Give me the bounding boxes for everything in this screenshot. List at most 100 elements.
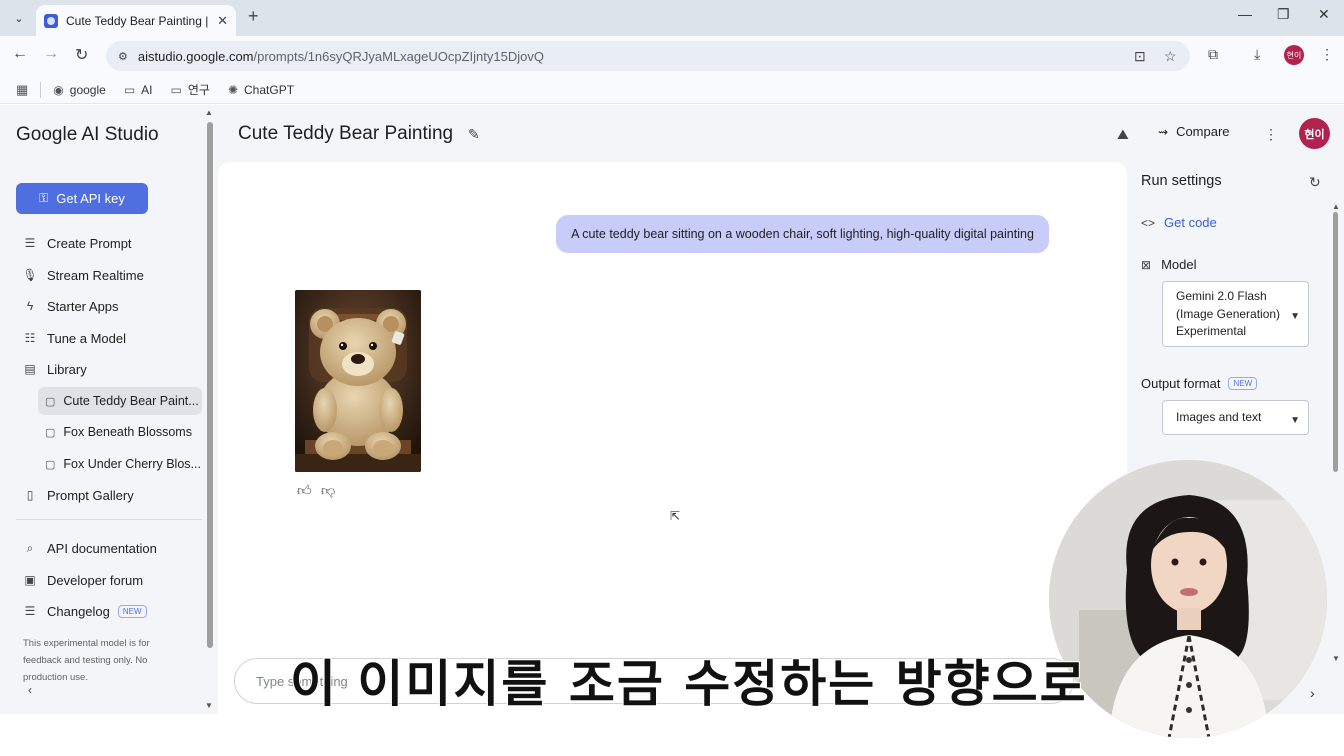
reset-settings-icon[interactable]: ↻: [1309, 174, 1321, 191]
download-icon[interactable]: ⤓: [1254, 46, 1260, 63]
run-settings-scrollbar[interactable]: ▲ ▼: [1332, 202, 1340, 663]
minimize-window-icon[interactable]: —: [1238, 6, 1252, 22]
mouse-cursor-icon: ⇱: [670, 509, 681, 523]
library-item-label: Fox Under Cherry Blos...: [63, 457, 201, 471]
library-item-label: Cute Teddy Bear Paint...: [63, 394, 199, 408]
site-settings-icon[interactable]: ⚙: [118, 50, 128, 63]
output-format-label-text: Output format: [1141, 376, 1221, 391]
library-icon: ▤: [24, 362, 36, 376]
brand-title: Google AI Studio: [16, 124, 159, 145]
sidebar-scroll-thumb[interactable]: [207, 122, 213, 648]
model-select[interactable]: Gemini 2.0 Flash (Image Generation) Expe…: [1162, 281, 1309, 347]
model-value-line: (Image Generation): [1176, 306, 1281, 321]
scroll-down-arrow-icon[interactable]: ▼: [205, 701, 213, 710]
scroll-up-arrow-icon[interactable]: ▲: [205, 108, 213, 117]
tune-icon: ☷: [24, 331, 36, 345]
drive-save-icon[interactable]: ⛰: [1117, 126, 1129, 143]
nav-library[interactable]: ▤ Library: [22, 357, 87, 381]
close-tab-icon[interactable]: ✕: [217, 13, 228, 29]
library-item-cute-teddy-bear[interactable]: ▢ Cute Teddy Bear Paint...: [38, 387, 202, 415]
new-badge: NEW: [1228, 377, 1258, 390]
bookmark-ai-folder[interactable]: ▭ AI: [124, 83, 153, 97]
run-settings-scroll-thumb[interactable]: [1333, 212, 1338, 472]
get-api-key-label: Get API key: [56, 191, 125, 206]
presenter-webcam-overlay: [1049, 460, 1327, 738]
nav-tune-model[interactable]: ☷ Tune a Model: [22, 326, 126, 350]
code-brackets-icon: <>: [1141, 215, 1156, 230]
chat-bubble-icon: ▢: [45, 395, 56, 408]
user-avatar[interactable]: 현이: [1299, 118, 1330, 149]
create-prompt-icon: ☰: [24, 236, 36, 250]
more-options-icon[interactable]: ⋮: [1264, 126, 1278, 143]
back-arrow-icon[interactable]: ←: [12, 45, 28, 63]
get-api-key-button[interactable]: ⚿ Get API key: [16, 183, 148, 214]
nav-label: Create Prompt: [47, 235, 132, 251]
bolt-icon: ϟ: [26, 299, 34, 313]
docs-icon: ⌕: [26, 540, 34, 555]
new-tab-plus-icon[interactable]: +: [248, 6, 259, 27]
output-format-label: Output format NEW: [1141, 376, 1258, 391]
bookmarks-bar: ▦ ◉ google ▭ AI ▭ 연구 ✺ ChatGPT: [0, 76, 1344, 104]
presenter-illustration: [1049, 460, 1327, 738]
output-format-select[interactable]: Images and text ▼: [1162, 400, 1309, 435]
browser-tabstrip: ⌄ Cute Teddy Bear Painting | Go ✕ + — ❐ …: [0, 0, 1344, 36]
model-label-text: Model: [1161, 257, 1197, 272]
library-item-fox-under-cherry[interactable]: ▢ Fox Under Cherry Blos...: [38, 450, 202, 478]
url-path: /prompts/1n6syQRJyaMLxageUOcpZIjnty15Djo…: [253, 48, 544, 64]
thumbs-down-icon[interactable]: 👎︎: [321, 482, 335, 499]
expand-panel-chevron-icon[interactable]: ›: [1310, 685, 1315, 701]
nav-changelog[interactable]: ☰ Changelog NEW: [22, 599, 147, 623]
chatgpt-icon: ✺: [227, 82, 239, 97]
dropdown-arrow-icon: ▼: [1290, 311, 1300, 322]
nav-starter-apps[interactable]: ϟ Starter Apps: [22, 294, 119, 318]
reload-icon[interactable]: ↻: [75, 45, 88, 65]
extensions-icon[interactable]: ⧉: [1208, 46, 1218, 63]
browser-tab-active[interactable]: Cute Teddy Bear Painting | Go ✕: [36, 5, 236, 36]
nav-label: Prompt Gallery: [47, 487, 134, 503]
close-window-icon[interactable]: ✕: [1318, 6, 1330, 23]
browser-profile-avatar[interactable]: 현이: [1284, 45, 1304, 65]
nav-api-documentation[interactable]: ⌕ API documentation: [22, 536, 157, 560]
library-item-label: Fox Beneath Blossoms: [63, 425, 192, 439]
forward-arrow-icon[interactable]: →: [43, 45, 59, 63]
globe-icon: ◉: [53, 82, 64, 97]
library-item-fox-beneath-blossoms[interactable]: ▢ Fox Beneath Blossoms: [38, 418, 202, 446]
bookmark-google[interactable]: ◉ google: [53, 83, 106, 97]
collapse-sidebar-chevron-icon[interactable]: ‹: [28, 683, 32, 697]
nav-label: API documentation: [47, 540, 157, 556]
get-code-link[interactable]: <> Get code: [1141, 215, 1217, 230]
apps-grid-icon[interactable]: ▦: [16, 82, 28, 98]
scroll-up-arrow-icon[interactable]: ▲: [1332, 202, 1340, 211]
restore-window-icon[interactable]: ❐: [1277, 6, 1290, 23]
compare-label: Compare: [1176, 124, 1230, 139]
bookmark-chatgpt[interactable]: ✺ ChatGPT: [228, 83, 294, 97]
compare-button[interactable]: ⇝ Compare: [1158, 124, 1230, 139]
forum-icon: ▣: [24, 573, 36, 587]
compare-icon: ⇝: [1158, 124, 1169, 139]
nav-create-prompt[interactable]: ☰ Create Prompt: [22, 231, 132, 255]
nav-prompt-gallery[interactable]: ▯ Prompt Gallery: [22, 483, 134, 507]
nav-label: Tune a Model: [47, 330, 127, 346]
nav-label: Library: [47, 361, 87, 377]
bookmark-research-folder[interactable]: ▭ 연구: [171, 81, 210, 98]
nav-label: Stream Realtime: [47, 267, 144, 283]
browser-menu-icon[interactable]: ⋮: [1320, 46, 1334, 63]
tab-search-chevron-icon[interactable]: ⌄: [8, 7, 30, 29]
sidebar-scrollbar[interactable]: ▲ ▼: [204, 105, 216, 714]
scroll-down-arrow-icon[interactable]: ▼: [1332, 654, 1340, 663]
nav-developer-forum[interactable]: ▣ Developer forum: [22, 568, 143, 592]
nav-stream-realtime[interactable]: 🎙︎ Stream Realtime: [22, 263, 144, 287]
model-value-line: Gemini 2.0 Flash: [1176, 289, 1267, 303]
bookmark-label: google: [69, 82, 106, 97]
generated-teddy-bear-image[interactable]: [295, 290, 421, 472]
chat-area: A cute teddy bear sitting on a wooden ch…: [218, 162, 1127, 714]
browser-toolbar: ← → ↻ ⚙ aistudio.google.com/prompts/1n6s…: [0, 36, 1344, 76]
edit-title-pencil-icon[interactable]: ✎: [468, 126, 480, 143]
url-host: aistudio.google.com: [137, 48, 254, 64]
thumbs-up-icon[interactable]: 👍︎: [297, 482, 312, 499]
run-settings-title: Run settings: [1141, 173, 1222, 189]
bookmark-star-icon[interactable]: ☆: [1164, 41, 1177, 71]
address-bar[interactable]: ⚙ aistudio.google.com/prompts/1n6syQRJya…: [106, 41, 1190, 71]
model-value-line: Experimental: [1176, 324, 1247, 338]
install-app-icon[interactable]: ⊡: [1134, 41, 1146, 71]
